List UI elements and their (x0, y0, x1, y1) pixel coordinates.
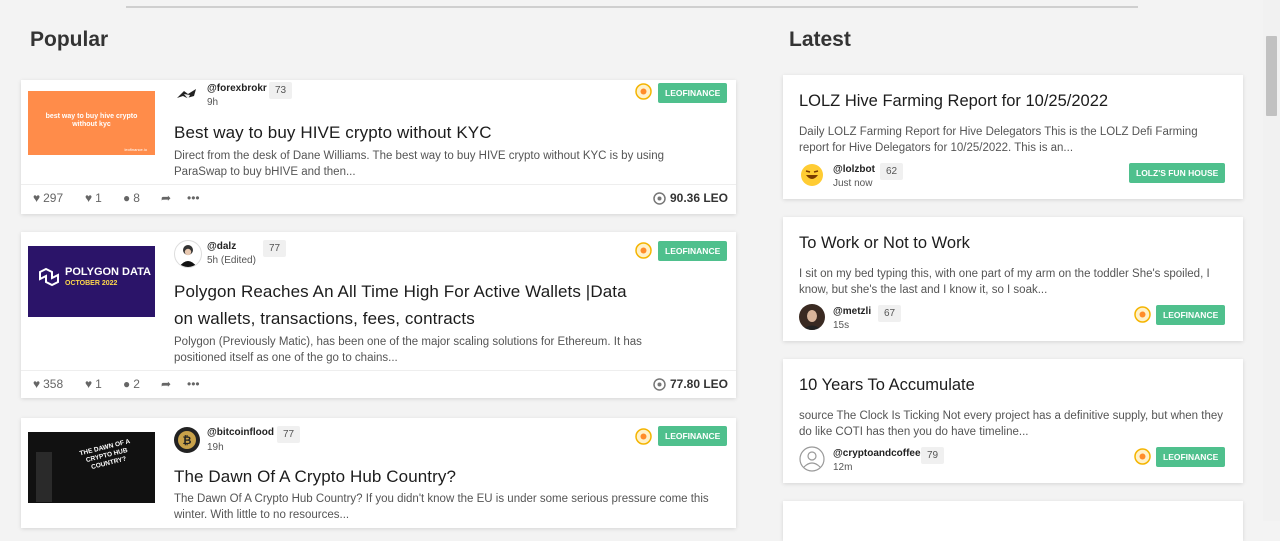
thumbnail-text: POLYGON DATA (65, 266, 151, 278)
author-link[interactable]: @cryptoandcoffee (833, 448, 921, 459)
latest-post-card[interactable]: 10 Years To Accumulate source The Clock … (783, 359, 1243, 483)
thumbnail-text: THE DAWN OF A CRYPTO HUB COUNTRY? (78, 438, 131, 472)
broken-heart-icon: ♥ (85, 377, 93, 391)
popular-post-card[interactable]: POLYGON DATA OCTOBER 2022 @dalz 77 5h (E… (21, 232, 736, 398)
post-time: 9h (207, 97, 219, 108)
comment-icon: ● (123, 191, 131, 205)
share-button[interactable]: ➦ (161, 191, 171, 205)
upvote-button[interactable]: ♥ 297 (33, 191, 63, 205)
community-tag[interactable]: LEOFINANCE (658, 83, 728, 103)
author-link[interactable]: @metzli (833, 306, 871, 317)
author-link[interactable]: @bitcoinflood (207, 427, 274, 438)
share-button[interactable]: ➦ (161, 377, 171, 391)
post-snippet[interactable]: Polygon (Previously Matic), has been one… (174, 335, 684, 366)
reputation-badge: 77 (277, 426, 301, 443)
payout-value[interactable]: 77.80 LEO (653, 377, 728, 391)
more-button[interactable]: ••• (187, 377, 200, 391)
scrollbar-thumb[interactable] (1266, 36, 1277, 116)
author-link[interactable]: @lolzbot (833, 164, 875, 175)
lion-coin-icon (635, 83, 652, 100)
svg-text:₿: ₿ (183, 435, 192, 447)
post-title-line-1[interactable]: Polygon Reaches An All Time High For Act… (174, 282, 627, 302)
downvote-button[interactable]: ♥ 1 (85, 377, 102, 391)
post-snippet[interactable]: Direct from the desk of Dane Williams. T… (174, 149, 714, 180)
heart-icon: ♥ (33, 377, 41, 391)
post-title-line-2[interactable]: on wallets, transactions, fees, contract… (174, 309, 475, 329)
reputation-badge: 62 (880, 163, 904, 180)
post-title[interactable]: The Dawn Of A Crypto Hub Country? (174, 467, 456, 487)
more-icon: ••• (187, 191, 200, 205)
avatar[interactable] (799, 304, 825, 330)
post-snippet[interactable]: The Dawn Of A Crypto Hub Country? If you… (174, 492, 719, 523)
reputation-badge: 79 (921, 447, 945, 464)
post-title[interactable]: To Work or Not to Work (799, 234, 970, 253)
post-title[interactable]: Best way to buy HIVE crypto without KYC (174, 123, 492, 143)
downvote-button[interactable]: ♥ 1 (85, 191, 102, 205)
lion-coin-icon (1134, 306, 1151, 323)
post-time: 5h (Edited) (207, 255, 256, 266)
post-thumbnail[interactable]: best way to buy hive crypto without kyc … (28, 91, 155, 155)
popular-heading: Popular (30, 28, 109, 51)
reputation-badge: 67 (878, 305, 902, 322)
laughing-emoji-avatar[interactable] (799, 162, 825, 188)
scrollbar[interactable] (1263, 0, 1280, 521)
author-link[interactable]: @dalz (207, 241, 236, 252)
post-snippet[interactable]: Daily LOLZ Farming Report for Hive Deleg… (799, 125, 1229, 156)
post-snippet[interactable]: source The Clock Is Ticking Not every pr… (799, 409, 1229, 440)
share-icon: ➦ (161, 377, 172, 391)
top-divider (126, 6, 1138, 8)
community-tag[interactable]: LOLZ'S FUN HOUSE (1129, 163, 1226, 183)
share-icon: ➦ (161, 191, 172, 205)
post-thumbnail[interactable]: THE DAWN OF A CRYPTO HUB COUNTRY? (28, 432, 155, 503)
latest-post-card[interactable] (783, 501, 1243, 541)
comments-button[interactable]: ● 8 (123, 191, 140, 205)
thumbnail-subtext: OCTOBER 2022 (65, 280, 118, 287)
post-time: 12m (833, 462, 853, 473)
post-snippet[interactable]: I sit on my bed typing this, with one pa… (799, 267, 1234, 298)
lion-icon (653, 191, 666, 205)
post-title[interactable]: 10 Years To Accumulate (799, 376, 975, 395)
lion-coin-icon (635, 242, 652, 259)
post-time: 15s (833, 320, 850, 331)
more-button[interactable]: ••• (187, 191, 200, 205)
latest-heading: Latest (789, 28, 851, 51)
default-user-avatar-icon[interactable] (799, 446, 825, 472)
author-link[interactable]: @forexbrokr (207, 83, 267, 94)
community-tag[interactable]: LEOFINANCE (1156, 447, 1226, 467)
door-image (36, 452, 52, 502)
community-tag[interactable]: LEOFINANCE (1156, 305, 1226, 325)
post-title[interactable]: LOLZ Hive Farming Report for 10/25/2022 (799, 92, 1108, 111)
payout-value[interactable]: 90.36 LEO (653, 191, 728, 205)
avatar[interactable]: ₿ (174, 427, 200, 453)
popular-post-card[interactable]: best way to buy hive crypto without kyc … (21, 80, 736, 214)
polygon-logo-icon (39, 267, 59, 287)
popular-post-card[interactable]: THE DAWN OF A CRYPTO HUB COUNTRY? ₿ @bit… (21, 418, 736, 528)
thumbnail-text: best way to buy hive crypto without kyc (45, 113, 138, 128)
post-time: Just now (833, 178, 873, 189)
post-actions-bar: ♥ 358 ♥ 1 ● 2 ➦ ••• 77.80 LEO (21, 370, 736, 399)
community-tag[interactable]: LEOFINANCE (658, 241, 728, 261)
lion-coin-icon (1134, 448, 1151, 465)
more-icon: ••• (187, 377, 200, 391)
heart-icon: ♥ (33, 191, 41, 205)
reputation-badge: 77 (263, 240, 287, 257)
comments-button[interactable]: ● 2 (123, 377, 140, 391)
reputation-badge: 73 (269, 82, 293, 99)
lion-icon (653, 377, 666, 391)
latest-post-card[interactable]: To Work or Not to Work I sit on my bed t… (783, 217, 1243, 341)
avatar[interactable] (174, 240, 202, 268)
latest-post-card[interactable]: LOLZ Hive Farming Report for 10/25/2022 … (783, 75, 1243, 199)
community-tag[interactable]: LEOFINANCE (658, 426, 728, 446)
broken-heart-icon: ♥ (85, 191, 93, 205)
post-actions-bar: ♥ 297 ♥ 1 ● 8 ➦ ••• 90.36 LEO (21, 184, 736, 213)
post-time: 19h (207, 442, 224, 453)
thumbnail-footer: leofinance.io (124, 147, 147, 152)
avatar[interactable] (174, 82, 200, 108)
lion-coin-icon (635, 428, 652, 445)
post-thumbnail[interactable]: POLYGON DATA OCTOBER 2022 (28, 246, 155, 317)
comment-icon: ● (123, 377, 131, 391)
upvote-button[interactable]: ♥ 358 (33, 377, 63, 391)
